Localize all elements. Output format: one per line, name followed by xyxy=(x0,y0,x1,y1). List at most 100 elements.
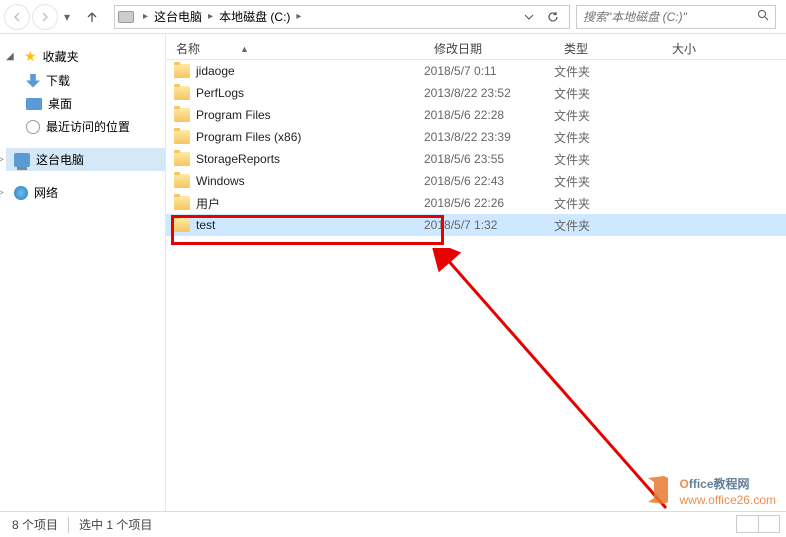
file-date: 2018/5/6 23:55 xyxy=(424,152,554,166)
back-button[interactable] xyxy=(4,4,30,30)
column-type[interactable]: 类型 xyxy=(554,40,662,57)
file-row[interactable]: jidaoge 2018/5/7 0:11 文件夹 xyxy=(166,60,786,82)
address-controls xyxy=(519,7,567,27)
sort-arrow-icon: ▲ xyxy=(240,44,249,54)
file-list[interactable]: jidaoge 2018/5/7 0:11 文件夹 PerfLogs 2013/… xyxy=(166,60,786,511)
file-type: 文件夹 xyxy=(554,195,662,212)
sidebar-item-label: 网络 xyxy=(34,184,58,201)
file-row[interactable]: StorageReports 2018/5/6 23:55 文件夹 xyxy=(166,148,786,170)
folder-icon xyxy=(166,174,196,188)
folder-icon xyxy=(166,108,196,122)
address-dropdown-icon[interactable] xyxy=(519,7,539,27)
folder-icon xyxy=(166,86,196,100)
sidebar: ◢ ★ 收藏夹 下载 桌面 最近访问的位置 ▷ 这台电脑 ▷ 网络 xyxy=(0,34,165,511)
sidebar-item-this-pc[interactable]: ▷ 这台电脑 xyxy=(6,148,165,171)
file-type: 文件夹 xyxy=(554,173,662,190)
file-date: 2018/5/7 1:32 xyxy=(424,218,554,232)
column-size[interactable]: 大小 xyxy=(662,40,786,57)
file-type: 文件夹 xyxy=(554,129,662,146)
crumb-drive-c[interactable]: 本地磁盘 (C:) xyxy=(217,8,292,25)
chevron-right-icon[interactable]: ▸ xyxy=(296,11,301,22)
file-type: 文件夹 xyxy=(554,85,662,102)
file-name: Windows xyxy=(196,174,424,188)
sidebar-item-downloads[interactable]: 下载 xyxy=(6,69,165,92)
recent-icon xyxy=(26,120,40,134)
folder-icon xyxy=(166,130,196,144)
favorites-label: 收藏夹 xyxy=(43,48,79,65)
history-dropdown[interactable]: ▾ xyxy=(60,4,74,30)
breadcrumb: ▸ 这台电脑 ▸ 本地磁盘 (C:) ▸ xyxy=(139,8,519,25)
search-icon[interactable] xyxy=(757,9,769,24)
forward-button[interactable] xyxy=(32,4,58,30)
status-selection: 选中 1 个项目 xyxy=(79,516,152,533)
status-separator xyxy=(68,517,69,533)
file-row[interactable]: test 2018/5/7 1:32 文件夹 xyxy=(166,214,786,236)
content-pane: 名称 ▲ 修改日期 类型 大小 jidaoge 2018/5/7 0:11 文件… xyxy=(166,34,786,511)
expand-icon[interactable]: ▷ xyxy=(0,154,6,165)
file-date: 2018/5/6 22:26 xyxy=(424,196,554,210)
download-icon xyxy=(26,74,40,88)
file-type: 文件夹 xyxy=(554,217,662,234)
favorites-header[interactable]: ◢ ★ 收藏夹 xyxy=(6,44,165,69)
file-row[interactable]: Windows 2018/5/6 22:43 文件夹 xyxy=(166,170,786,192)
file-row[interactable]: 用户 2018/5/6 22:26 文件夹 xyxy=(166,192,786,214)
toolbar: ▾ ▸ 这台电脑 ▸ 本地磁盘 (C:) ▸ xyxy=(0,0,786,34)
file-name: StorageReports xyxy=(196,152,424,166)
file-date: 2013/8/22 23:39 xyxy=(424,130,554,144)
watermark-title: Office教程网 xyxy=(680,472,777,493)
file-name: Program Files (x86) xyxy=(196,130,424,144)
folder-icon xyxy=(166,196,196,210)
sidebar-item-network[interactable]: ▷ 网络 xyxy=(6,181,165,204)
file-name: 用户 xyxy=(196,195,424,212)
address-bar[interactable]: ▸ 这台电脑 ▸ 本地磁盘 (C:) ▸ xyxy=(114,5,570,29)
chevron-right-icon[interactable]: ▸ xyxy=(208,11,213,22)
desktop-icon xyxy=(26,98,42,110)
body-area: ◢ ★ 收藏夹 下载 桌面 最近访问的位置 ▷ 这台电脑 ▷ 网络 xyxy=(0,34,786,511)
chevron-right-icon[interactable]: ▸ xyxy=(143,11,148,22)
view-mode-toggle[interactable] xyxy=(736,515,780,533)
file-type: 文件夹 xyxy=(554,63,662,80)
search-box[interactable] xyxy=(576,5,776,29)
refresh-icon[interactable] xyxy=(543,7,563,27)
file-type: 文件夹 xyxy=(554,107,662,124)
file-name: Program Files xyxy=(196,108,424,122)
search-input[interactable] xyxy=(583,10,757,24)
office-logo-icon xyxy=(642,474,674,506)
file-date: 2018/5/6 22:43 xyxy=(424,174,554,188)
file-row[interactable]: Program Files 2018/5/6 22:28 文件夹 xyxy=(166,104,786,126)
column-date[interactable]: 修改日期 xyxy=(424,40,554,57)
folder-icon xyxy=(166,152,196,166)
file-name: test xyxy=(196,218,424,232)
star-icon: ★ xyxy=(24,48,37,65)
watermark: Office教程网 www.office26.com xyxy=(642,472,777,507)
drive-icon xyxy=(117,8,135,26)
sidebar-item-label: 桌面 xyxy=(48,95,72,112)
sidebar-item-label: 下载 xyxy=(46,72,70,89)
file-name: jidaoge xyxy=(196,64,424,78)
status-bar: 8 个项目 选中 1 个项目 xyxy=(0,511,786,537)
computer-icon xyxy=(14,153,30,167)
file-name: PerfLogs xyxy=(196,86,424,100)
file-date: 2018/5/7 0:11 xyxy=(424,64,554,78)
file-date: 2013/8/22 23:52 xyxy=(424,86,554,100)
collapse-icon[interactable]: ◢ xyxy=(6,51,16,62)
network-icon xyxy=(14,186,28,200)
crumb-this-pc[interactable]: 这台电脑 xyxy=(152,8,204,25)
folder-icon xyxy=(166,218,196,232)
file-date: 2018/5/6 22:28 xyxy=(424,108,554,122)
sidebar-item-label: 最近访问的位置 xyxy=(46,118,130,135)
sidebar-item-label: 这台电脑 xyxy=(36,151,84,168)
column-label: 名称 xyxy=(176,40,200,57)
sidebar-item-recent[interactable]: 最近访问的位置 xyxy=(6,115,165,138)
up-button[interactable] xyxy=(80,5,104,29)
file-row[interactable]: Program Files (x86) 2013/8/22 23:39 文件夹 xyxy=(166,126,786,148)
sidebar-item-desktop[interactable]: 桌面 xyxy=(6,92,165,115)
expand-icon[interactable]: ▷ xyxy=(0,187,6,198)
status-item-count: 8 个项目 xyxy=(12,516,58,533)
file-type: 文件夹 xyxy=(554,151,662,168)
file-row[interactable]: PerfLogs 2013/8/22 23:52 文件夹 xyxy=(166,82,786,104)
column-headers: 名称 ▲ 修改日期 类型 大小 xyxy=(166,34,786,60)
folder-icon xyxy=(166,64,196,78)
watermark-url: www.office26.com xyxy=(680,493,777,507)
column-name[interactable]: 名称 ▲ xyxy=(166,40,424,57)
